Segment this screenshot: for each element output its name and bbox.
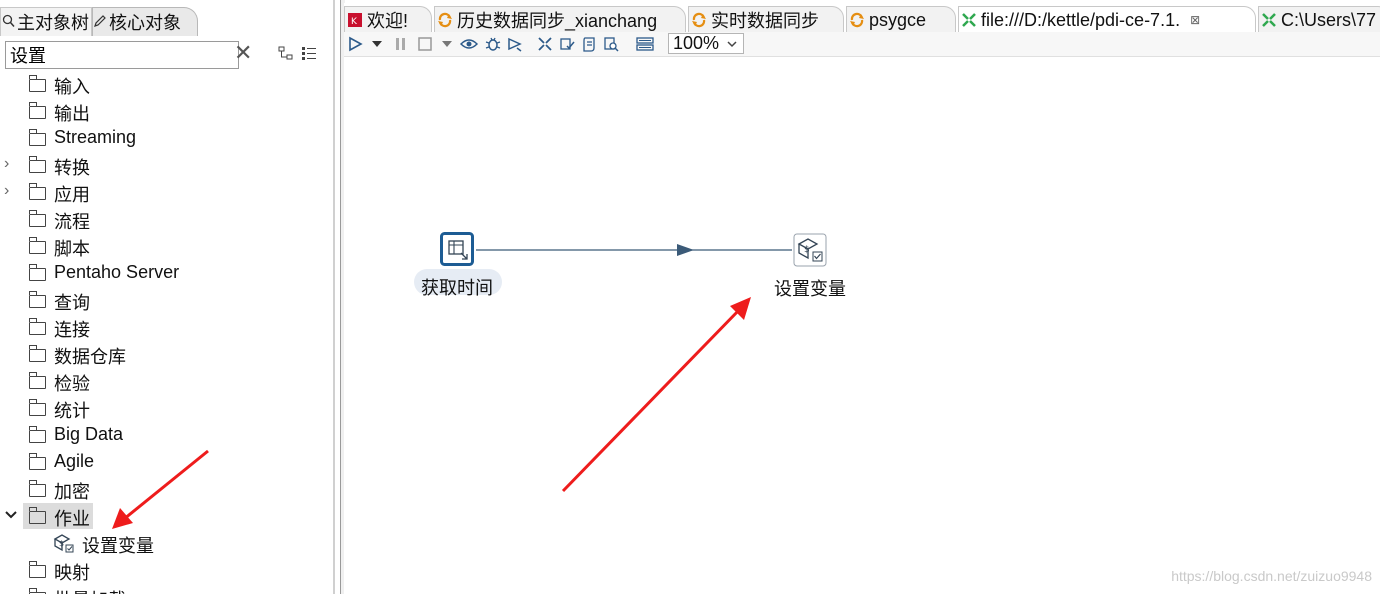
tab-welcome[interactable]: K 欢迎! — [344, 6, 432, 33]
run-icon[interactable] — [346, 35, 364, 53]
tab-label: 欢迎! — [367, 11, 409, 31]
editor-area: K 欢迎! 历史数据同步_xianchang 实时数据同步 psygce fil… — [344, 0, 1380, 594]
transformation-icon — [437, 12, 453, 28]
annotation-arrow-canvas — [561, 297, 751, 493]
tab-label: C:\Users\77 — [1281, 9, 1377, 30]
tab-kettle-file[interactable]: file:///D:/kettle/pdi-ce-7.1. ⊠ — [958, 6, 1256, 33]
impact-icon[interactable] — [558, 35, 576, 53]
step-label: 设置变量 — [774, 279, 846, 299]
transformation-icon — [849, 12, 865, 28]
tab-label: 历史数据同步_xianchang — [457, 11, 658, 31]
step-label: 获取时间 — [421, 278, 493, 298]
transformation-icon — [691, 12, 707, 28]
pause-icon[interactable] — [392, 35, 410, 53]
tab-history-sync[interactable]: 历史数据同步_xianchang — [434, 6, 686, 33]
replay-icon[interactable] — [506, 35, 524, 53]
step-get-system-info[interactable] — [440, 232, 474, 266]
zoom-select[interactable]: 100% — [668, 33, 744, 54]
tab-realtime-sync[interactable]: 实时数据同步 — [688, 6, 844, 33]
close-tab-icon[interactable]: ⊠ — [1190, 13, 1200, 27]
watermark: https://blog.csdn.net/zuizuo9948 — [1171, 568, 1372, 584]
zoom-value: 100% — [673, 33, 720, 53]
editor-tabs: K 欢迎! 历史数据同步_xianchang 实时数据同步 psygce fil… — [344, 3, 1380, 33]
explore-db-icon[interactable] — [602, 35, 620, 53]
debug-icon[interactable] — [484, 35, 502, 53]
tab-label: 实时数据同步 — [711, 11, 819, 31]
job-icon — [961, 12, 977, 28]
set-variables-icon: $ — [793, 233, 827, 267]
hop-line[interactable] — [476, 244, 792, 256]
transformation-toolbar: 100% — [344, 32, 1380, 57]
show-results-icon[interactable] — [636, 35, 654, 53]
verify-icon[interactable] — [536, 35, 554, 53]
tab-users-path[interactable]: C:\Users\77 — [1258, 6, 1380, 33]
sql-icon[interactable] — [580, 35, 598, 53]
job-icon — [1261, 12, 1277, 28]
run-options-dropdown-icon[interactable] — [368, 35, 386, 53]
svg-text:$: $ — [804, 245, 810, 255]
chevron-down-icon — [726, 34, 738, 57]
welcome-icon: K — [347, 12, 363, 28]
left-panel: 主对象树 核心对象 ✕ 输入 输出 Streaming — [0, 0, 334, 594]
transformation-canvas[interactable]: 获取时间 $ 设置变量 https://blog.csdn.net/zuizuo… — [344, 57, 1380, 594]
stop-options-dropdown-icon[interactable] — [438, 35, 456, 53]
step-set-variables[interactable]: $ — [793, 233, 827, 267]
tab-psygce[interactable]: psygce — [846, 6, 956, 33]
annotation-arrow-left — [112, 449, 209, 529]
preview-icon[interactable] — [460, 35, 478, 53]
stop-icon[interactable] — [416, 35, 434, 53]
canvas-graphics — [414, 244, 792, 493]
get-system-info-icon — [440, 232, 474, 266]
tab-label: psygce — [869, 9, 927, 30]
tab-label: file:///D:/kettle/pdi-ce-7.1. — [981, 9, 1181, 30]
panel-divider — [333, 0, 335, 594]
